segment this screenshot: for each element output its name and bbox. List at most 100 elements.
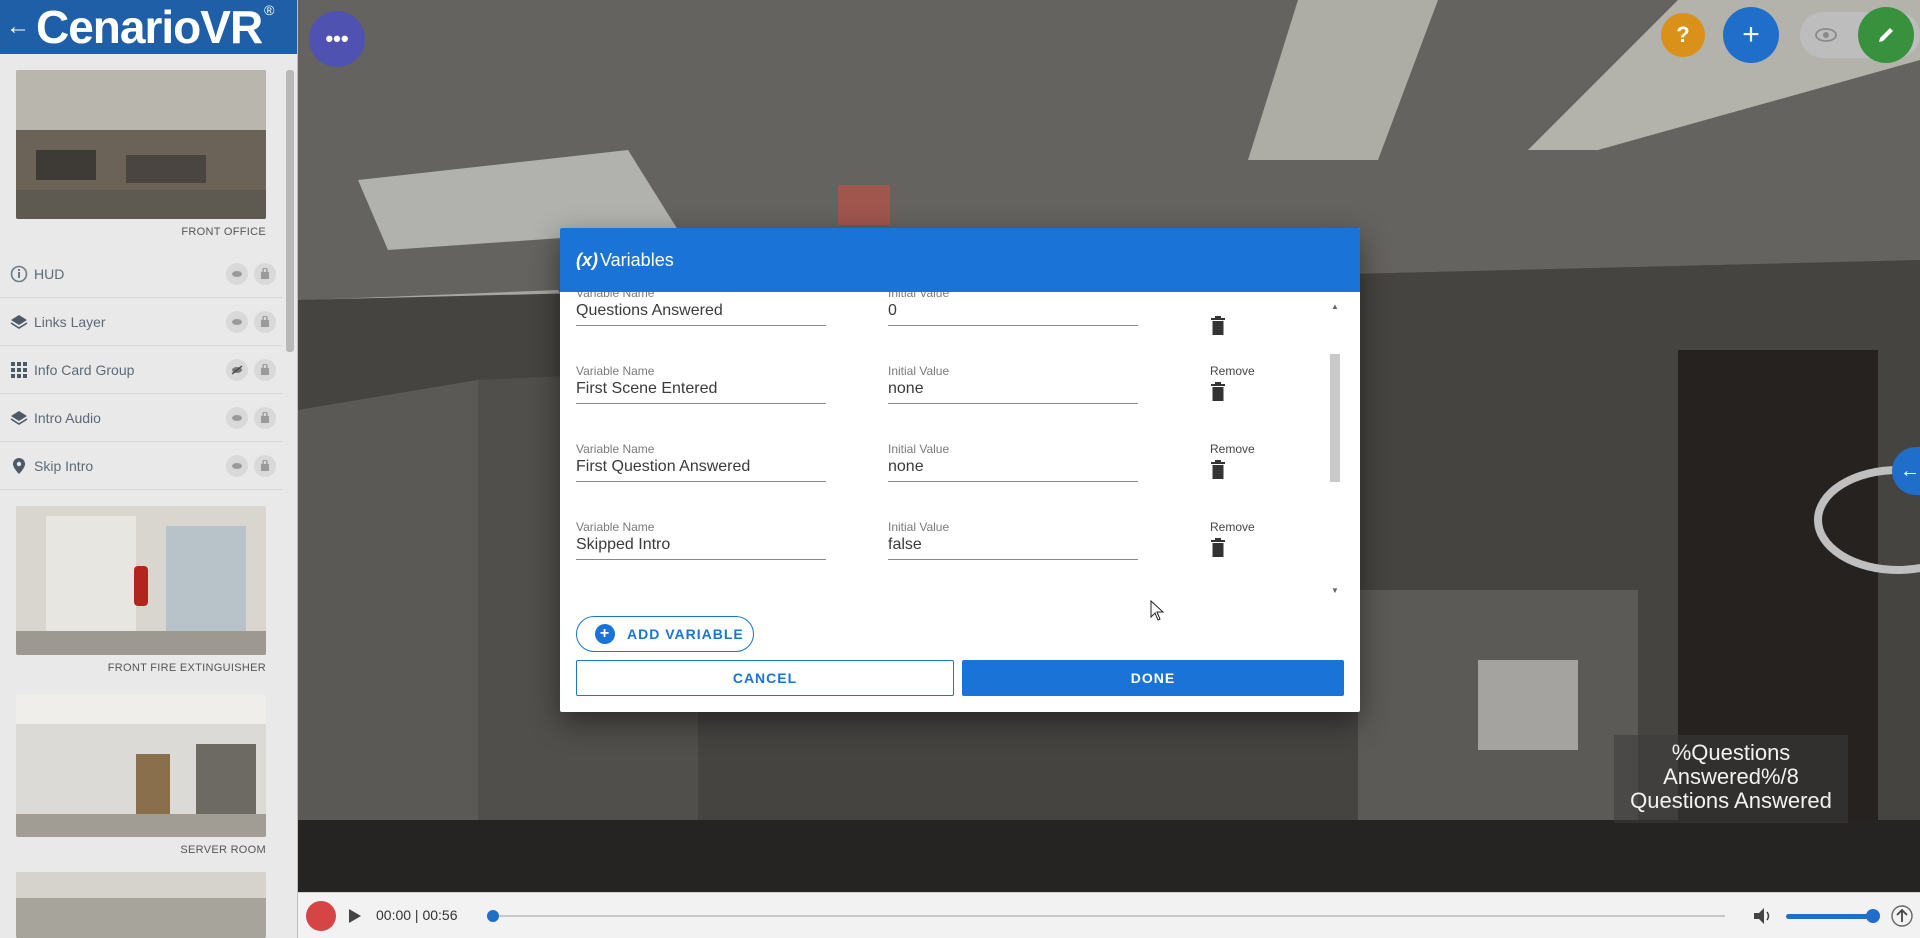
initial-value-field[interactable]: Initial Value 0 [888,292,1138,326]
layers-icon [8,311,30,333]
volume-icon[interactable] [1752,905,1774,927]
scroll-up-icon[interactable]: ▲ [1330,302,1340,311]
volume-slider[interactable] [1786,914,1870,919]
dialog-header: (x) Variables [560,228,1360,292]
scene-label: FRONT OFFICE [181,226,266,238]
layer-label: HUD [34,265,65,282]
remove-control[interactable]: Remove [1210,520,1270,563]
initial-value-field[interactable]: Initial Value false [888,512,1138,560]
scene-thumbnail-front-fire-extinguisher[interactable]: FRONT FIRE EXTINGUISHER [16,506,266,674]
timeline-bar: 00:00 | 00:56 [298,892,1920,938]
add-variable-button[interactable]: + ADD VARIABLE [576,616,754,652]
field-label: Initial Value [888,442,950,456]
scene-preview-image [16,694,266,837]
variable-name-field[interactable]: Variable Name First Scene Entered [576,356,826,404]
hud-questions-text: %Questions Answered%/8 Questions Answere… [1614,735,1848,823]
eye-icon[interactable] [226,406,248,429]
timeline-scrubber[interactable] [487,910,499,922]
cancel-button[interactable]: CANCEL [576,660,954,696]
scroll-thumb[interactable] [1330,354,1340,482]
scene-label: FRONT FIRE EXTINGUISHER [107,662,266,674]
sidebar-scrollbar[interactable] [286,70,294,352]
layer-label: Skip Intro [34,457,94,474]
plus-circle-icon: + [595,624,615,644]
layer-label: Links Layer [34,313,106,330]
trash-icon[interactable] [1210,316,1228,336]
scene-sidebar: ← CenarioVR ® FRONT OFFICE HUD Links Laye… [0,0,298,938]
trash-icon[interactable] [1210,538,1228,558]
upload-arrow-icon[interactable] [1890,904,1914,928]
field-label: Variable Name [576,364,655,378]
trash-icon[interactable] [1210,460,1228,480]
scene-preview-image [16,70,266,219]
scene-preview-image [16,872,266,938]
mouse-cursor-icon [1150,600,1165,621]
field-label: Variable Name [576,442,655,456]
lock-icon[interactable] [254,262,276,285]
grid-icon [8,359,30,381]
lock-icon[interactable] [254,454,276,477]
variable-name-field[interactable]: Variable Name Questions Answered [576,292,826,326]
variable-name-field[interactable]: Variable Name First Question Answered [576,434,826,482]
layer-item-links-layer[interactable]: Links Layer [0,298,282,346]
layer-item-skip-intro[interactable]: Skip Intro [0,442,282,490]
initial-value-value: 0 [888,302,897,319]
eye-icon[interactable] [226,262,248,285]
scene-label: SERVER ROOM [180,844,266,856]
lock-icon[interactable] [254,358,276,381]
layer-label: Intro Audio [34,409,101,426]
variables-dialog: (x) Variables Variable Name Questions An… [560,228,1360,712]
initial-value-field[interactable]: Initial Value none [888,434,1138,482]
remove-label: Remove [1210,442,1255,456]
done-button[interactable]: DONE [962,660,1344,696]
back-arrow-icon[interactable]: ← [0,13,36,41]
layer-item-intro-audio[interactable]: Intro Audio [0,394,282,442]
add-button[interactable]: + [1723,7,1779,63]
dialog-title: Variables [600,249,674,270]
help-button[interactable]: ? [1661,13,1705,57]
eye-icon[interactable] [226,310,248,333]
trash-icon[interactable] [1210,382,1228,402]
pencil-icon [1879,28,1893,42]
dialog-scrollbar[interactable]: ▲ ▼ [1328,302,1342,598]
edit-pencil-button[interactable] [1858,7,1914,63]
flag-icon[interactable] [306,901,336,931]
layers-icon [8,407,30,429]
variable-name-field[interactable]: Variable Name Skipped Intro [576,512,826,560]
initial-value-value: none [888,380,924,397]
variable-x-icon: (x) [576,249,598,270]
eye-icon[interactable] [226,454,248,477]
lock-icon[interactable] [254,310,276,333]
play-icon[interactable] [342,903,368,929]
eye-off-icon[interactable] [226,358,248,381]
variable-row: Variable Name First Question Answered In… [576,434,1336,512]
scroll-down-icon[interactable]: ▼ [1330,586,1340,595]
remove-label: Remove [1210,520,1255,534]
scene-thumbnail-next[interactable] [16,872,266,938]
pin-icon [8,455,30,477]
preview-eye-icon[interactable] [1806,15,1846,55]
lock-icon[interactable] [254,406,276,429]
remove-control[interactable]: Remove [1210,442,1270,485]
time-readout: 00:00 | 00:56 [376,907,458,923]
brand-logo: CenarioVR ® [36,1,275,53]
variable-row: Variable Name Questions Answered Initial… [576,292,1336,356]
brand-bar: ← CenarioVR ® [0,0,297,54]
layer-label: Info Card Group [34,361,135,378]
scene-thumbnail-server-room[interactable]: SERVER ROOM [16,694,266,856]
more-menu-button[interactable]: ••• [309,11,365,67]
variable-name-value: Questions Answered [576,302,723,319]
remove-control[interactable] [1210,312,1270,341]
initial-value-value: none [888,458,924,475]
variables-list: Variable Name Questions Answered Initial… [560,292,1360,602]
variable-name-value: First Scene Entered [576,380,718,397]
layer-item-hud[interactable]: HUD [0,250,282,298]
initial-value-field[interactable]: Initial Value none [888,356,1138,404]
remove-control[interactable]: Remove [1210,364,1270,407]
field-label: Initial Value [888,520,950,534]
scene-thumbnail-front-office[interactable]: FRONT OFFICE [16,70,266,238]
volume-knob[interactable] [1866,909,1880,923]
variable-row: Variable Name First Scene Entered Initia… [576,356,1336,434]
layer-item-info-card-group[interactable]: Info Card Group [0,346,282,394]
timeline-track[interactable] [491,915,1725,917]
